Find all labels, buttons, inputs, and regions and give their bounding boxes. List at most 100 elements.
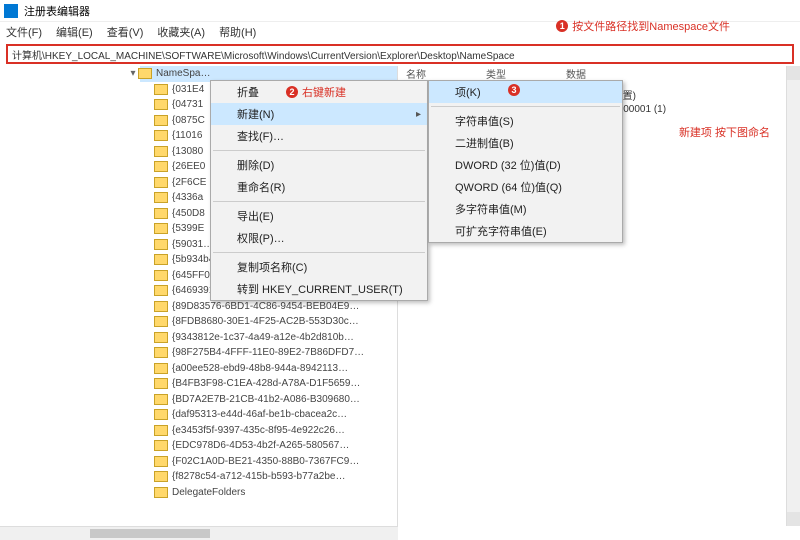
tree-item[interactable]: {f8278c54-a712-415b-b593-b77a2be… <box>140 469 397 485</box>
col-name[interactable]: 名称 <box>406 66 426 81</box>
menu-item[interactable]: 复制项名称(C) <box>211 256 427 278</box>
tree-label: {04731 <box>172 99 203 110</box>
tree-item-delegatefolders[interactable]: DelegateFolders <box>140 485 397 501</box>
menu-item[interactable]: 转到 HKEY_CURRENT_USER(T) <box>211 278 427 300</box>
callout-new: 2 右键新建 <box>286 84 346 100</box>
tree-item[interactable]: {F02C1A0D-BE21-4350-88B0-7367FC9… <box>140 454 397 470</box>
folder-icon <box>154 99 168 110</box>
tree-label: {f8278c54-a712-415b-b593-b77a2be… <box>172 471 345 482</box>
tree-label: {89D83576-6BD1-4C86-9454-BEB04E9… <box>172 301 359 312</box>
tree-label: {BD7A2E7B-21CB-41b2-A086-B309680… <box>172 394 360 405</box>
tree-item[interactable]: {B4FB3F98-C1EA-428d-A78A-D1F5659… <box>140 376 397 392</box>
folder-icon <box>154 285 168 296</box>
tree-item[interactable]: {daf95313-e44d-46af-be1b-cbacea2c… <box>140 407 397 423</box>
badge-2-icon: 2 <box>286 86 298 98</box>
folder-icon <box>154 471 168 482</box>
annotation-rename: 新建项 按下图命名 <box>679 124 770 140</box>
folder-icon <box>138 68 152 79</box>
menu-item[interactable]: 重命名(R) <box>211 176 427 198</box>
folder-icon <box>154 440 168 451</box>
tree-item[interactable]: {9343812e-1c37-4a49-a12e-4b2d810b… <box>140 330 397 346</box>
tree-label: {daf95313-e44d-46af-be1b-cbacea2c… <box>172 409 347 420</box>
folder-icon <box>154 192 168 203</box>
folder-icon <box>154 254 168 265</box>
badge-3-icon: 3 <box>508 84 520 96</box>
folder-icon <box>154 161 168 172</box>
menu-help[interactable]: 帮助(H) <box>219 24 256 40</box>
menu-view[interactable]: 查看(V) <box>107 24 144 40</box>
folder-icon <box>154 130 168 141</box>
tree-label: {F02C1A0D-BE21-4350-88B0-7367FC9… <box>172 456 359 467</box>
values-header: 名称 类型 数据 <box>406 66 792 81</box>
folder-icon <box>154 239 168 250</box>
tree-item[interactable]: {a00ee528-ebd9-48b8-944a-8942113… <box>140 361 397 377</box>
tree-item[interactable]: {8FDB8680-30E1-4F25-AC2B-553D30c… <box>140 314 397 330</box>
scrollbar-vertical[interactable] <box>786 66 800 526</box>
callout-new-text: 右键新建 <box>302 84 346 100</box>
folder-icon <box>154 316 168 327</box>
tree-label: {e3453f5f-9397-435c-8f95-4e922c26… <box>172 425 345 436</box>
tree-label: DelegateFolders <box>172 487 245 498</box>
scrollbar-thumb[interactable] <box>90 529 210 538</box>
menu-item[interactable]: DWORD (32 位)值(D) <box>429 154 622 176</box>
folder-icon <box>154 456 168 467</box>
folder-icon <box>154 270 168 281</box>
folder-icon <box>154 301 168 312</box>
menu-item[interactable]: 二进制值(B) <box>429 132 622 154</box>
folder-icon <box>154 146 168 157</box>
menu-item[interactable]: 多字符串值(M) <box>429 198 622 220</box>
tree-label: {26EE0 <box>172 161 205 172</box>
col-type[interactable]: 类型 <box>486 66 506 81</box>
menu-item[interactable]: 项(K) <box>429 81 622 103</box>
col-data[interactable]: 数据 <box>566 66 586 81</box>
menu-item[interactable]: 新建(N) <box>211 103 427 125</box>
folder-icon <box>154 177 168 188</box>
folder-icon <box>154 223 168 234</box>
address-text: 计算机\HKEY_LOCAL_MACHINE\SOFTWARE\Microsof… <box>12 47 515 62</box>
menu-file[interactable]: 文件(F) <box>6 24 42 40</box>
scrollbar-horizontal[interactable] <box>0 526 398 540</box>
menu-item[interactable]: 查找(F)… <box>211 125 427 147</box>
context-menu-key: 折叠新建(N)查找(F)…删除(D)重命名(R)导出(E)权限(P)…复制项名称… <box>210 80 428 301</box>
menu-item[interactable]: 可扩充字符串值(E) <box>429 220 622 242</box>
tree-label: {031E4 <box>172 84 204 95</box>
menu-item[interactable]: 权限(P)… <box>211 227 427 249</box>
tree-label: {98F275B4-4FFF-11E0-89E2-7B86DFD7… <box>172 347 364 358</box>
tree-item[interactable]: {BD7A2E7B-21CB-41b2-A086-B309680… <box>140 392 397 408</box>
menu-item[interactable]: 删除(D) <box>211 154 427 176</box>
annotation-top-text: 按文件路径找到Namespace文件 <box>572 18 730 34</box>
tree-label: {13080 <box>172 146 203 157</box>
tree-label: {a00ee528-ebd9-48b8-944a-8942113… <box>172 363 348 374</box>
tree-label: {4336a <box>172 192 203 203</box>
badge-1-icon: 1 <box>556 20 568 32</box>
menu-item[interactable]: QWORD (64 位)值(Q) <box>429 176 622 198</box>
tree-label: {59031… <box>172 239 213 250</box>
menu-item[interactable]: 字符串值(S) <box>429 110 622 132</box>
folder-icon <box>154 363 168 374</box>
menu-item[interactable]: 导出(E) <box>211 205 427 227</box>
folder-icon <box>154 487 168 498</box>
tree-label: {450D8 <box>172 208 205 219</box>
tree-item[interactable]: {98F275B4-4FFF-11E0-89E2-7B86DFD7… <box>140 345 397 361</box>
address-bar[interactable]: 计算机\HKEY_LOCAL_MACHINE\SOFTWARE\Microsof… <box>6 44 794 64</box>
tree-item[interactable]: {EDC978D6-4D53-4b2f-A265-580567… <box>140 438 397 454</box>
folder-icon <box>154 332 168 343</box>
annotation-find-namespace: 1 按文件路径找到Namespace文件 <box>556 18 730 34</box>
app-title: 注册表编辑器 <box>24 3 90 19</box>
tree-label: {11016 <box>172 130 202 141</box>
tree-label: {0875C <box>172 115 205 126</box>
tree-item[interactable]: {e3453f5f-9397-435c-8f95-4e922c26… <box>140 423 397 439</box>
tree-label: {9343812e-1c37-4a49-a12e-4b2d810b… <box>172 332 354 343</box>
menu-edit[interactable]: 编辑(E) <box>56 24 93 40</box>
folder-icon <box>154 347 168 358</box>
tree-label: {8FDB8680-30E1-4F25-AC2B-553D30c… <box>172 316 359 327</box>
folder-icon <box>154 84 168 95</box>
chevron-down-icon[interactable]: ▾ <box>128 68 138 79</box>
app-icon <box>4 4 18 18</box>
callout-key: 3 <box>508 84 520 96</box>
tree-label: {2F6CE <box>172 177 206 188</box>
folder-icon <box>154 115 168 126</box>
folder-icon <box>154 394 168 405</box>
menu-favorites[interactable]: 收藏夹(A) <box>157 24 205 40</box>
folder-icon <box>154 378 168 389</box>
